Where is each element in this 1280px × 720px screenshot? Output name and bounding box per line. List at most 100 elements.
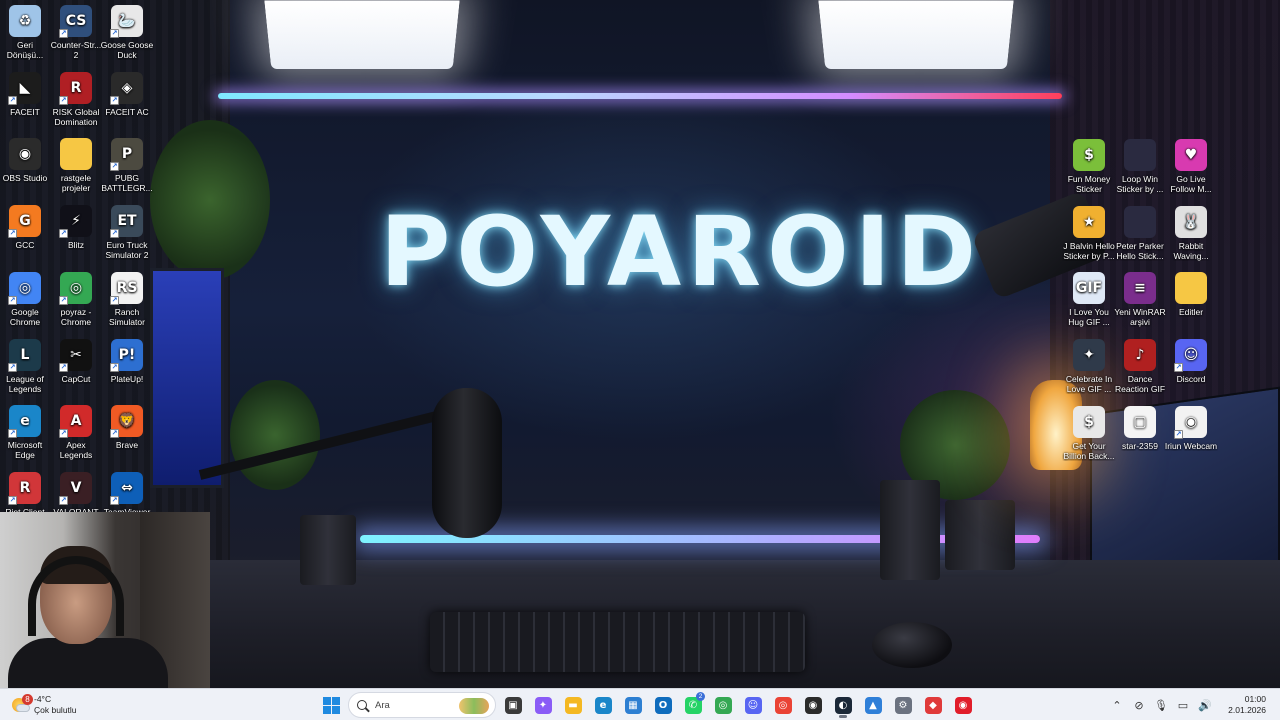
desktop-icon-label: Rabbit Waving...	[1173, 240, 1209, 261]
tray-mic-button[interactable]: 🎙	[1150, 689, 1172, 720]
taskbar-file-explorer-button[interactable]: ▣	[500, 692, 526, 718]
desktop-icon-label: Counter-Str... 2	[50, 40, 102, 60]
network-off-icon: ⊘	[1134, 698, 1144, 712]
desktop-icon-label: Apex Legends	[59, 440, 93, 461]
tray-volume-button[interactable]: 🔊	[1194, 689, 1216, 720]
tray-display-button[interactable]: ▭	[1172, 689, 1194, 720]
folder-icon	[60, 138, 92, 171]
gear-icon: ⚙	[894, 696, 912, 714]
tray-network-off-button[interactable]: ⊘	[1128, 689, 1150, 720]
desktop-icon[interactable]: 🐰 Rabbit Waving...	[1164, 205, 1218, 261]
desktop-icon[interactable]: 🦢 ↗ Goose Goose Duck	[100, 5, 154, 60]
desktop-icon[interactable]: ♥ Go Live Follow M...	[1164, 139, 1218, 194]
taskbar-obs-button[interactable]: ◉	[800, 692, 826, 718]
taskbar-center: Ara ▣ ✦ ▬ e ▦ O ✆ 2 ◎ ☺ ◎ ◉ ◐ ▲ ⚙ ◆ ◉	[318, 692, 976, 718]
taskbar-settings-button[interactable]: ⚙	[890, 692, 916, 718]
taskbar-search-box[interactable]: Ara	[348, 692, 496, 718]
desktop-icon[interactable]: V↗VALORANT	[49, 471, 103, 517]
desktop-icon[interactable]: RS ↗ Ranch Simulator	[100, 271, 154, 327]
shortcut-arrow-icon: ↗	[110, 229, 119, 239]
shortcut-arrow-icon: ↗	[1174, 429, 1183, 439]
taskbar-whatsapp-button[interactable]: ✆ 2	[680, 692, 706, 718]
desktop-icon[interactable]: ◉ OBS Studio	[0, 138, 52, 183]
desktop-icon[interactable]: ⚡ ↗ Blitz	[49, 205, 103, 250]
desktop-icon[interactable]: e ↗ Microsoft Edge	[0, 405, 52, 460]
taskbar-chrome-button[interactable]: ◎	[710, 692, 736, 718]
desktop-icon[interactable]: Peter Parker Hello Stick...	[1113, 205, 1167, 261]
desktop-icon[interactable]: ▢ star-2359	[1113, 405, 1167, 451]
desktop-icon[interactable]: ◣ ↗ FACEIT	[0, 71, 52, 117]
desktop-icon[interactable]: $ Fun Money Sticker	[1062, 139, 1116, 194]
desktop-icon[interactable]: ◈ ↗ FACEIT AC	[100, 71, 154, 117]
desktop-icon[interactable]: CS ↗ Counter-Str... 2	[49, 5, 103, 60]
start-button[interactable]	[318, 692, 344, 718]
desktop-icon[interactable]: ★ J Balvin Hello Sticker by P...	[1062, 205, 1116, 261]
apex-legends-icon: A ↗	[59, 405, 92, 439]
taskbar-copilot-button[interactable]: ✦	[530, 692, 556, 718]
speaker-icon: 🔊	[1198, 698, 1212, 712]
desktop-icon[interactable]: P! ↗ PlateUp!	[100, 338, 154, 384]
desktop-icon[interactable]: A ↗ Apex Legends	[49, 405, 103, 460]
gamepad-icon: ◉	[954, 696, 972, 714]
desktop-icon-label: Ranch Simulator	[109, 306, 145, 327]
shortcut-arrow-icon: ↗	[59, 495, 68, 505]
desktop-icon[interactable]: Loop Win Sticker by ...	[1113, 139, 1167, 194]
weather-widget[interactable]: 8 -4°C Çok bulutlu	[10, 693, 77, 717]
desktop-icon-label: Blitz	[67, 240, 85, 251]
wallpaper-pot-right	[945, 500, 1015, 570]
monitor-icon: ▭	[1177, 698, 1189, 712]
desktop-icon[interactable]: ✦ Celebrate In Love GIF ...	[1062, 339, 1116, 394]
desktop-icon[interactable]: ◎ ↗ poyraz - Chrome	[49, 271, 103, 327]
taskbar-photos-button[interactable]: ▲	[860, 692, 886, 718]
taskbar-discord-button[interactable]: ☺	[740, 692, 766, 718]
wallpaper-softbox-left	[264, 0, 460, 70]
desktop-icon[interactable]: G ↗ GCC	[0, 205, 52, 250]
wallpaper-mug	[880, 480, 940, 580]
desktop-icon[interactable]: 🦁 ↗ Brave	[100, 405, 154, 450]
desktop-icon-label: Peter Parker Hello Stick...	[1116, 240, 1164, 261]
clock-time: 01:00	[1244, 694, 1266, 704]
desktop-icon[interactable]: ♪ Dance Reaction GIF	[1113, 339, 1167, 394]
steam-icon: ◐	[834, 696, 852, 714]
desktop-icon[interactable]: ET ↗ Euro Truck Simulator 2	[100, 205, 154, 260]
taskbar-edge-button[interactable]: e	[590, 692, 616, 718]
taskbar-capture-button[interactable]: ◆	[920, 692, 946, 718]
desktop-icon[interactable]: ✂ ↗ CapCut	[49, 338, 103, 384]
tray-chevron-button[interactable]: ⌃	[1106, 689, 1128, 720]
folder-icon	[1175, 272, 1207, 305]
desktop-icon[interactable]: rastgele projeler	[49, 138, 103, 193]
desktop-icon[interactable]: ≡ Yeni WinRAR arşivi	[1113, 272, 1167, 327]
faceit-icon: ◣ ↗	[8, 71, 41, 105]
ranch-simulator-icon: RS ↗	[110, 271, 143, 305]
desktop-icon[interactable]: ◎ ↗ Google Chrome	[0, 271, 52, 327]
desktop-icon[interactable]: GIF I Love You Hug GIF ...	[1062, 272, 1116, 327]
desktop-icon[interactable]: P ↗ PUBG BATTLEGR...	[100, 138, 154, 193]
desktop-icon-label: GCC	[15, 240, 35, 251]
taskbar-store-button[interactable]: ▦	[620, 692, 646, 718]
desktop-icon[interactable]: Editler	[1164, 272, 1218, 317]
taskbar-outlook-button[interactable]: O	[650, 692, 676, 718]
desktop-icon[interactable]: $ Get Your Billion Back...	[1062, 405, 1116, 461]
desktop-icon-label: Dance Reaction GIF	[1114, 374, 1166, 395]
taskbar: 8 -4°C Çok bulutlu Ara ▣ ✦ ▬ e ▦ O ✆ 2 ◎ ☺ ◎ ◉ ◐ ▲ ⚙ ◆ ◉…	[0, 688, 1280, 720]
desktop-icon[interactable]: R↗Riot Client	[0, 471, 52, 517]
desktop-icon[interactable]: R ↗ RISK Global Domination	[49, 71, 103, 127]
desktop-icon-label: Goose Goose Duck	[100, 40, 154, 60]
recorder-icon: ◆	[924, 696, 942, 714]
taskbar-clock[interactable]: 01:00 2.01.2026	[1216, 694, 1280, 716]
desktop-icon[interactable]: ⇔↗TeamViewer	[100, 471, 154, 517]
desktop-icon[interactable]: ☺ ↗ Discord	[1164, 339, 1218, 384]
icon-glyph: 🦁	[118, 413, 136, 430]
taskbar-folder-button[interactable]: ▬	[560, 692, 586, 718]
taskbar-chrome-profile-button[interactable]: ◎	[770, 692, 796, 718]
gif-file-icon: ✦	[1073, 339, 1105, 372]
sticker-icon	[1124, 139, 1156, 171]
desktop-icon[interactable]: ♻ Geri Dönüşü...	[0, 5, 52, 60]
shortcut-arrow-icon: ↗	[8, 229, 17, 239]
taskbar-steam-button[interactable]: ◐	[830, 692, 856, 718]
shortcut-arrow-icon: ↗	[1174, 363, 1183, 373]
desktop-icon[interactable]: ◉ ↗ Iriun Webcam	[1164, 405, 1218, 451]
goose-goose-duck-icon: 🦢 ↗	[110, 5, 143, 38]
desktop-icon[interactable]: L ↗ League of Legends	[0, 338, 52, 394]
taskbar-game-button[interactable]: ◉	[950, 692, 976, 718]
